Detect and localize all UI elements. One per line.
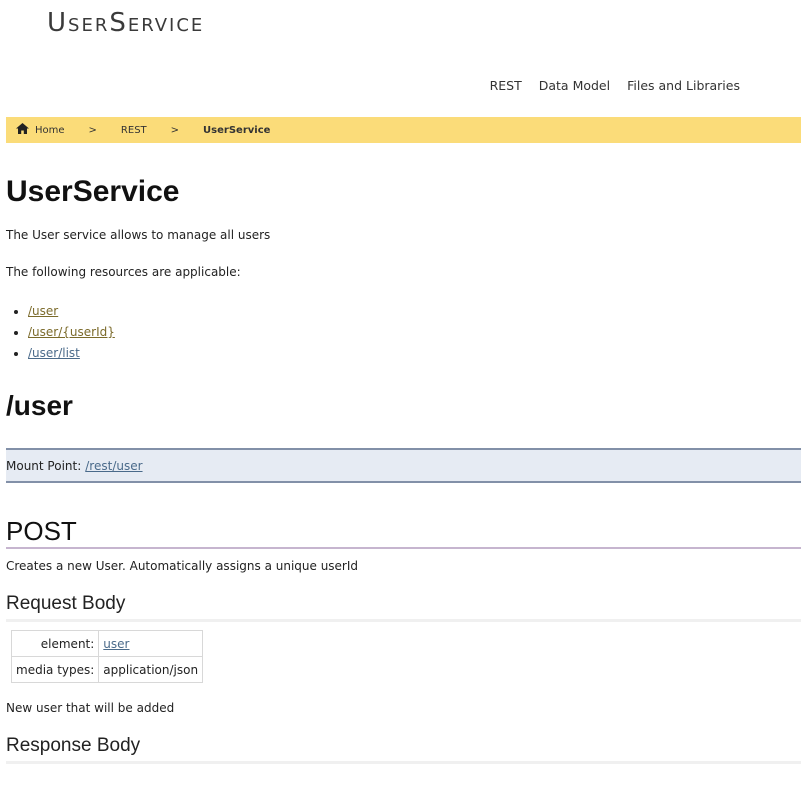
page: UserService REST Data Model Files and Li… xyxy=(0,0,810,790)
breadcrumb-current: UserService xyxy=(203,124,271,136)
media-types-label: media types: xyxy=(10,656,100,683)
resource-list: /user /user/{userId} /user/list xyxy=(6,301,801,364)
resource-link-user-list[interactable]: /user/list xyxy=(28,346,80,360)
mount-point-label: Mount Point: xyxy=(6,458,82,473)
request-note: New user that will be added xyxy=(6,701,175,715)
service-description: The User service allows to manage all us… xyxy=(6,228,271,242)
nav-rest[interactable]: REST xyxy=(490,78,522,93)
resource-link-user[interactable]: /user xyxy=(28,304,58,318)
list-item: /user/{userId} xyxy=(28,322,801,343)
list-item: /user/list xyxy=(28,343,801,364)
breadcrumb-home[interactable]: Home xyxy=(16,123,65,137)
breadcrumb-separator: > xyxy=(88,124,97,136)
request-body-table: element: user media types: application/j… xyxy=(10,630,204,683)
main-content: UserService The User service allows to m… xyxy=(6,170,801,764)
method-title: POST xyxy=(6,515,801,549)
element-cell: user xyxy=(98,630,204,657)
media-types-value: application/json xyxy=(98,656,204,683)
list-item: /user xyxy=(28,301,801,322)
site-logo[interactable]: UserService xyxy=(47,8,204,38)
resource-title: /user xyxy=(6,390,73,421)
page-title: UserService xyxy=(6,175,180,208)
mount-point-link[interactable]: /rest/user xyxy=(85,459,142,473)
applicable-text: The following resources are applicable: xyxy=(6,265,241,279)
breadcrumb-separator: > xyxy=(170,124,180,136)
breadcrumb-home-label: Home xyxy=(35,124,65,136)
resource-link-user-id[interactable]: /user/{userId} xyxy=(28,325,115,339)
breadcrumb: Home > REST > UserService xyxy=(6,117,801,143)
request-body-heading: Request Body xyxy=(6,591,801,622)
mount-point-bar: Mount Point: /rest/user xyxy=(6,448,801,483)
nav-files-libraries[interactable]: Files and Libraries xyxy=(627,78,740,93)
home-icon xyxy=(16,123,29,137)
table-row: media types: application/json xyxy=(10,656,204,683)
element-link[interactable]: user xyxy=(103,637,129,651)
table-row: element: user xyxy=(10,630,204,657)
top-nav: REST Data Model Files and Libraries xyxy=(490,78,740,93)
nav-data-model[interactable]: Data Model xyxy=(539,78,610,93)
breadcrumb-rest[interactable]: REST xyxy=(121,125,147,136)
response-body-heading: Response Body xyxy=(6,733,801,764)
element-label: element: xyxy=(10,630,100,657)
method-description: Creates a new User. Automatically assign… xyxy=(6,559,359,573)
